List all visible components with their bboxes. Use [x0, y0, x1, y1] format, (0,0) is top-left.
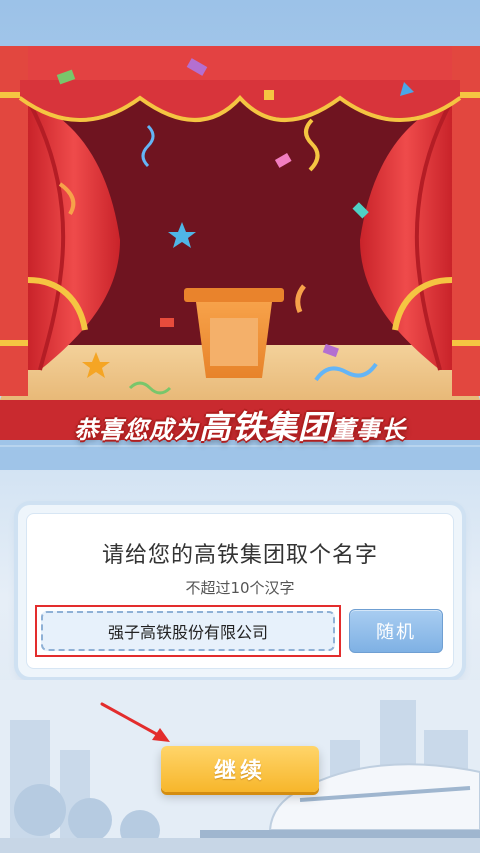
continue-button[interactable]: 继续 — [161, 746, 319, 792]
company-highlight: 高铁集团 — [198, 408, 331, 446]
congrats-banner: 恭喜您成为高铁集团董事长 — [0, 402, 480, 448]
congrats-prefix: 恭喜您成为 — [73, 416, 199, 444]
stage-illustration — [0, 0, 480, 470]
title-suffix: 董事长 — [331, 416, 406, 444]
name-input-highlight — [35, 605, 341, 657]
naming-card-body: 请给您的高铁集团取个名字 不超过10个汉字 随机 — [26, 513, 454, 669]
pointer-arrow-icon — [100, 702, 170, 742]
stage-banner: 恭喜您成为高铁集团董事长 — [0, 0, 480, 470]
naming-card: 请给您的高铁集团取个名字 不超过10个汉字 随机 — [18, 505, 462, 677]
company-name-input[interactable] — [41, 611, 335, 651]
naming-subtitle: 不超过10个汉字 — [185, 579, 295, 597]
random-name-button[interactable]: 随机 — [349, 609, 443, 653]
naming-title: 请给您的高铁集团取个名字 — [101, 543, 378, 568]
